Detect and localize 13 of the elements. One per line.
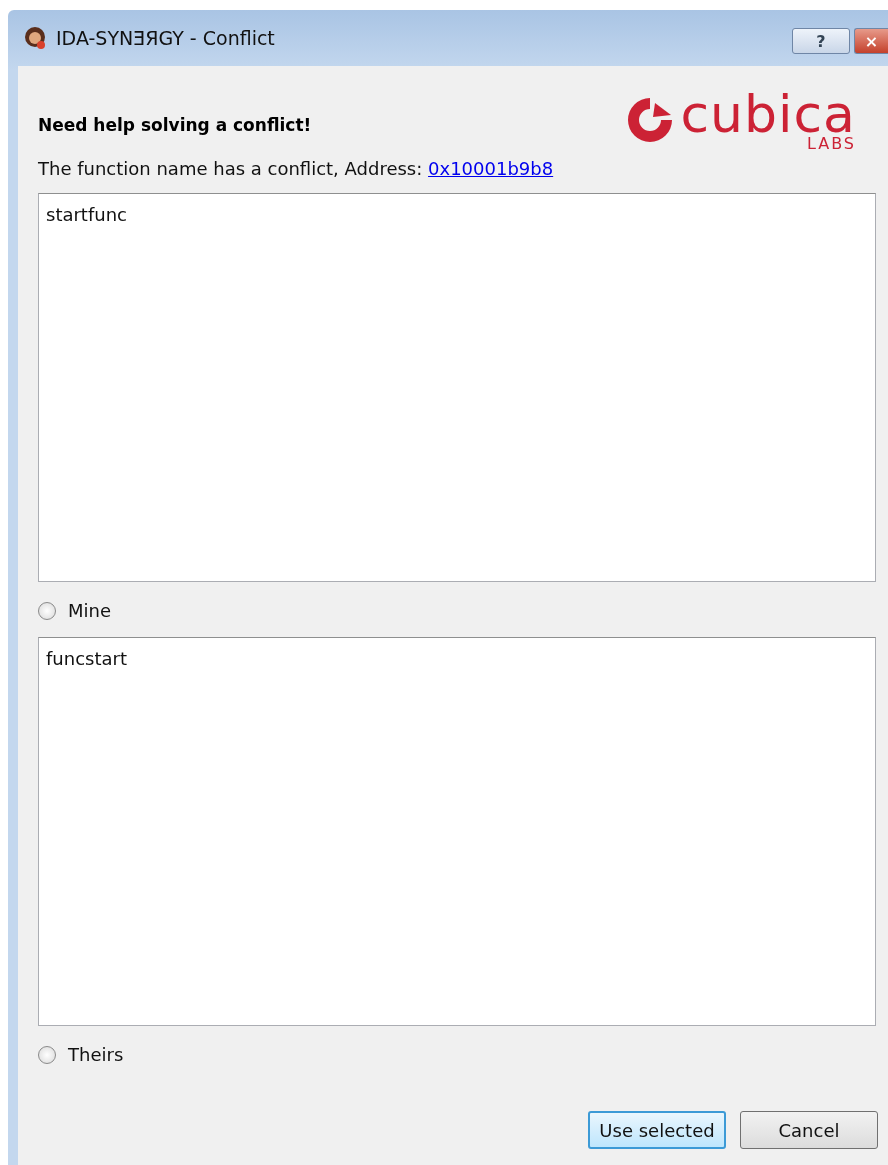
address-link[interactable]: 0x10001b9b8 xyxy=(428,158,554,179)
cancel-button[interactable]: Cancel xyxy=(740,1111,878,1149)
radio-option[interactable]: Mine xyxy=(38,600,111,621)
name-text-area[interactable]: funcstart xyxy=(38,637,876,1026)
close-button[interactable]: × xyxy=(854,28,888,54)
dialog-heading: Need help solving a conflict! xyxy=(38,115,312,135)
app-icon xyxy=(22,25,48,51)
help-button[interactable]: ? xyxy=(792,28,850,54)
conflict-message: The function name has a conflict, Address: 0x10001b9b8 xyxy=(38,158,555,179)
name-text-area[interactable]: startfunc xyxy=(38,193,876,582)
use-selected-button[interactable]: Use selected xyxy=(588,1111,726,1149)
window-title: IDA-SYNƎЯGY - Conflict xyxy=(56,27,275,49)
radio-option[interactable]: Theirs xyxy=(38,1044,124,1065)
